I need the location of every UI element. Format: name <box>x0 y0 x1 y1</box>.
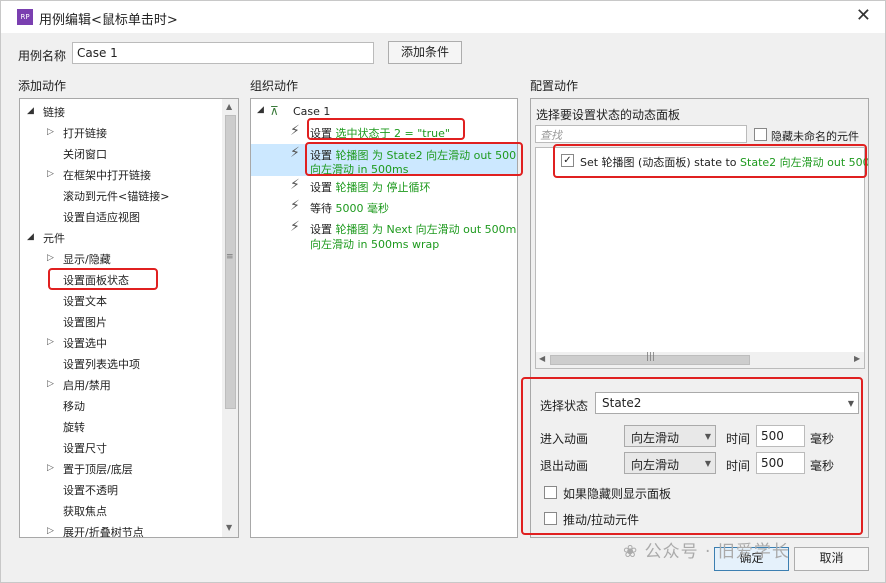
collapse-case-icon[interactable]: ◢ <box>257 105 264 115</box>
tree-item[interactable]: 设置选中 <box>63 335 107 351</box>
highlight-panel-item <box>553 144 867 178</box>
action-bolt-icon: ⚡ <box>290 177 300 193</box>
dynamic-panel-heading: 选择要设置状态的动态面板 <box>536 108 681 122</box>
tree-item[interactable]: 设置尺寸 <box>63 440 107 456</box>
highlight-state-settings <box>521 377 863 535</box>
collapsed-arrow-icon[interactable]: ▷ <box>47 169 54 179</box>
tree-item[interactable]: 显示/隐藏 <box>63 251 111 267</box>
action-bolt-icon: ⚡ <box>290 198 300 214</box>
action-item[interactable]: 等待 5000 毫秒 <box>310 200 389 216</box>
collapsed-arrow-icon[interactable]: ▷ <box>47 379 54 389</box>
window-title: 用例编辑<鼠标单击时> <box>39 13 178 28</box>
highlight-set-carousel <box>305 142 523 176</box>
highlight-set-panel-state <box>48 268 158 290</box>
collapsed-arrow-icon[interactable]: ▷ <box>47 253 54 263</box>
action-bolt-icon: ⚡ <box>290 145 300 161</box>
list-h-scrollbar[interactable]: ◀ ||| ▶ <box>536 352 864 368</box>
organize-action-heading: 组织动作 <box>250 79 299 93</box>
use-case-editor-dialog: RP 用例编辑<鼠标单击时> ✕ 用例名称 Case 1 添加条件 添加动作 组… <box>0 0 886 583</box>
hide-unnamed-checkbox[interactable] <box>754 128 767 141</box>
collapsed-arrow-icon[interactable]: ▷ <box>47 463 54 473</box>
tree-item[interactable]: 滚动到元件<锚链接> <box>63 188 169 204</box>
action-verb: 等待 <box>310 202 336 215</box>
tree-item[interactable]: 在框架中打开链接 <box>63 167 151 183</box>
app-logo-icon: RP <box>17 9 33 25</box>
tree-item[interactable]: 旋转 <box>63 419 85 435</box>
action-detail-line2: 向左滑动 in 500ms wrap <box>310 238 440 251</box>
collapsed-arrow-icon[interactable]: ▷ <box>47 127 54 137</box>
tree-item[interactable]: 关闭窗口 <box>63 146 107 162</box>
wechat-icon: ❀ <box>623 542 639 562</box>
tree-item[interactable]: 设置图片 <box>63 314 107 330</box>
collapsed-arrow-icon[interactable]: ▷ <box>47 337 54 347</box>
case-tree-icon: ⊼ <box>270 104 279 118</box>
tree-item[interactable]: 获取焦点 <box>63 503 107 519</box>
tree-item[interactable]: 置于顶层/底层 <box>63 461 133 477</box>
scroll-up-icon[interactable]: ▲ <box>226 102 232 111</box>
watermark-text: 公众号 · 旧爱学长 <box>644 542 790 562</box>
action-bolt-icon: ⚡ <box>290 123 300 139</box>
close-icon[interactable]: ✕ <box>856 5 871 26</box>
case-name-label: 用例名称 <box>18 49 67 63</box>
tree-item[interactable]: 元件 <box>43 230 65 246</box>
tree-item[interactable]: 移动 <box>63 398 85 414</box>
grip-icon: ≡ <box>226 252 234 262</box>
tree-item[interactable]: 链接 <box>43 104 65 120</box>
dynamic-panel-list: ✓ Set 轮播图 (动态面板) state to State2 向左滑动 ou… <box>535 147 868 369</box>
case-name-input[interactable]: Case 1 <box>72 42 374 64</box>
action-bolt-icon: ⚡ <box>290 219 300 235</box>
hide-unnamed-label: 隐藏未命名的元件 <box>771 130 859 143</box>
tree-item[interactable]: 展开/折叠树节点 <box>63 524 144 537</box>
cancel-button[interactable]: 取消 <box>794 547 869 571</box>
action-item[interactable]: 设置 轮播图 为 Next 向左滑动 out 500ms <box>310 221 518 237</box>
add-condition-button[interactable]: 添加条件 <box>388 41 462 64</box>
collapsed-arrow-icon[interactable]: ▷ <box>47 526 54 536</box>
tree-item[interactable]: 设置不透明 <box>63 482 118 498</box>
expanded-arrow-icon[interactable]: ◢ <box>27 106 34 116</box>
configure-action-heading: 配置动作 <box>530 79 579 93</box>
action-verb: 设置 <box>310 223 336 236</box>
scroll-down-icon[interactable]: ▼ <box>226 523 232 532</box>
title-bar: RP 用例编辑<鼠标单击时> ✕ <box>1 1 885 33</box>
tree-scrollbar[interactable]: ▲ ≡ ▼ <box>222 99 238 537</box>
scroll-left-icon[interactable]: ◀ <box>539 354 545 363</box>
tree-item[interactable]: 设置列表选中项 <box>63 356 140 372</box>
tree-item[interactable]: 打开链接 <box>63 125 107 141</box>
add-action-tree-panel: ◢ 链接 ▷ 打开链接关闭窗口 ▷ 在框架中打开链接滚动到元件<锚链接> 设置自适应视图 ◢ 元… <box>19 98 239 538</box>
watermark: ❀ 公众号 · 旧爱学长 <box>623 537 790 562</box>
action-detail: 轮播图 为 停止循环 <box>335 181 431 194</box>
action-detail: 5000 毫秒 <box>335 202 390 215</box>
action-verb: 设置 <box>310 181 336 194</box>
case-node-label[interactable]: Case 1 <box>293 105 330 118</box>
grip-icon: ||| <box>646 352 656 362</box>
tree-item[interactable]: 设置文本 <box>63 293 107 309</box>
action-detail: 轮播图 为 Next 向左滑动 out 500ms <box>335 223 518 236</box>
tree-scroll-thumb[interactable] <box>225 115 236 409</box>
tree-item[interactable]: 设置自适应视图 <box>63 209 140 225</box>
panel-search-input[interactable]: 查找 <box>535 125 747 143</box>
expanded-arrow-icon[interactable]: ◢ <box>27 232 34 242</box>
highlight-set-selected <box>307 118 465 140</box>
tree-item[interactable]: 启用/禁用 <box>63 377 111 393</box>
scroll-right-icon[interactable]: ▶ <box>854 354 860 363</box>
action-item[interactable]: 设置 轮播图 为 停止循环 <box>310 179 431 195</box>
add-action-heading: 添加动作 <box>18 79 67 93</box>
